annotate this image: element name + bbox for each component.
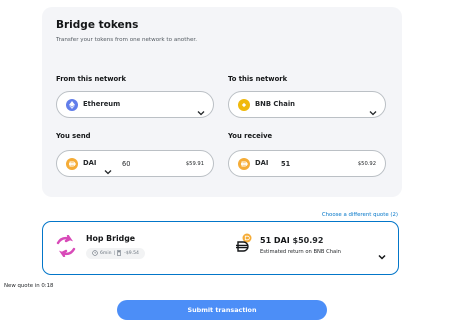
- submit-transaction-button[interactable]: Submit transaction: [117, 300, 327, 320]
- bnb-chain-icon: [238, 98, 250, 111]
- new-quote-timer: New quote in 0:18: [4, 283, 54, 289]
- page-subtitle: Transfer your tokens from one network to…: [56, 37, 197, 43]
- choose-different-quote-link[interactable]: Choose a different quote (2): [322, 212, 398, 218]
- chevron-down-icon[interactable]: [104, 160, 112, 179]
- dai-icon: [238, 157, 250, 170]
- send-token-value[interactable]: DAI: [83, 159, 96, 167]
- send-amount-input[interactable]: 60: [122, 160, 130, 168]
- quote-fee: -$9.54: [124, 251, 139, 256]
- chevron-down-icon[interactable]: [378, 245, 386, 264]
- quote-estimate-text: Estimated return on BNB Chain: [260, 249, 341, 255]
- clock-icon: [92, 249, 98, 258]
- receive-amount-value: 51: [281, 159, 291, 168]
- quote-card[interactable]: Hop Bridge 6min | -$9.54 51 DAI $50.92 E…: [42, 221, 399, 275]
- chevron-down-icon: [197, 101, 205, 120]
- send-field[interactable]: DAI 60 $59.91: [56, 150, 214, 177]
- quote-provider-name: Hop Bridge: [86, 234, 136, 243]
- dai-icon: [66, 157, 78, 170]
- from-network-select[interactable]: Ethereum: [56, 91, 214, 118]
- from-network-value: Ethereum: [83, 100, 121, 108]
- gas-icon: [117, 249, 122, 258]
- you-send-label: You send: [56, 132, 91, 140]
- chevron-down-icon: [369, 101, 377, 120]
- to-network-value: BNB Chain: [255, 100, 295, 108]
- you-receive-label: You receive: [228, 132, 273, 140]
- to-network-select[interactable]: BNB Chain: [228, 91, 386, 118]
- bridge-card: Bridge tokens Transfer your tokens from …: [42, 7, 402, 197]
- quote-meta-separator: |: [113, 251, 116, 256]
- dai-token-icon: [235, 233, 253, 257]
- quote-time: 6min: [100, 251, 112, 256]
- quote-token-amount: 51 DAI: [260, 236, 290, 245]
- hop-bridge-logo-icon: [56, 234, 76, 261]
- ethereum-icon: [66, 98, 78, 111]
- send-usd-value: $59.91: [185, 160, 204, 167]
- to-network-label: To this network: [228, 75, 288, 83]
- page-title: Bridge tokens: [56, 19, 139, 31]
- receive-usd-value: $50.92: [357, 160, 376, 167]
- quote-meta-badge: 6min | -$9.54: [86, 248, 145, 259]
- quote-amount: 51 DAI $50.92: [260, 236, 323, 245]
- receive-field: DAI 51 $50.92: [228, 150, 386, 177]
- receive-token-value: DAI: [255, 159, 269, 167]
- from-network-label: From this network: [56, 75, 127, 83]
- quote-usd: $50.92: [292, 236, 324, 245]
